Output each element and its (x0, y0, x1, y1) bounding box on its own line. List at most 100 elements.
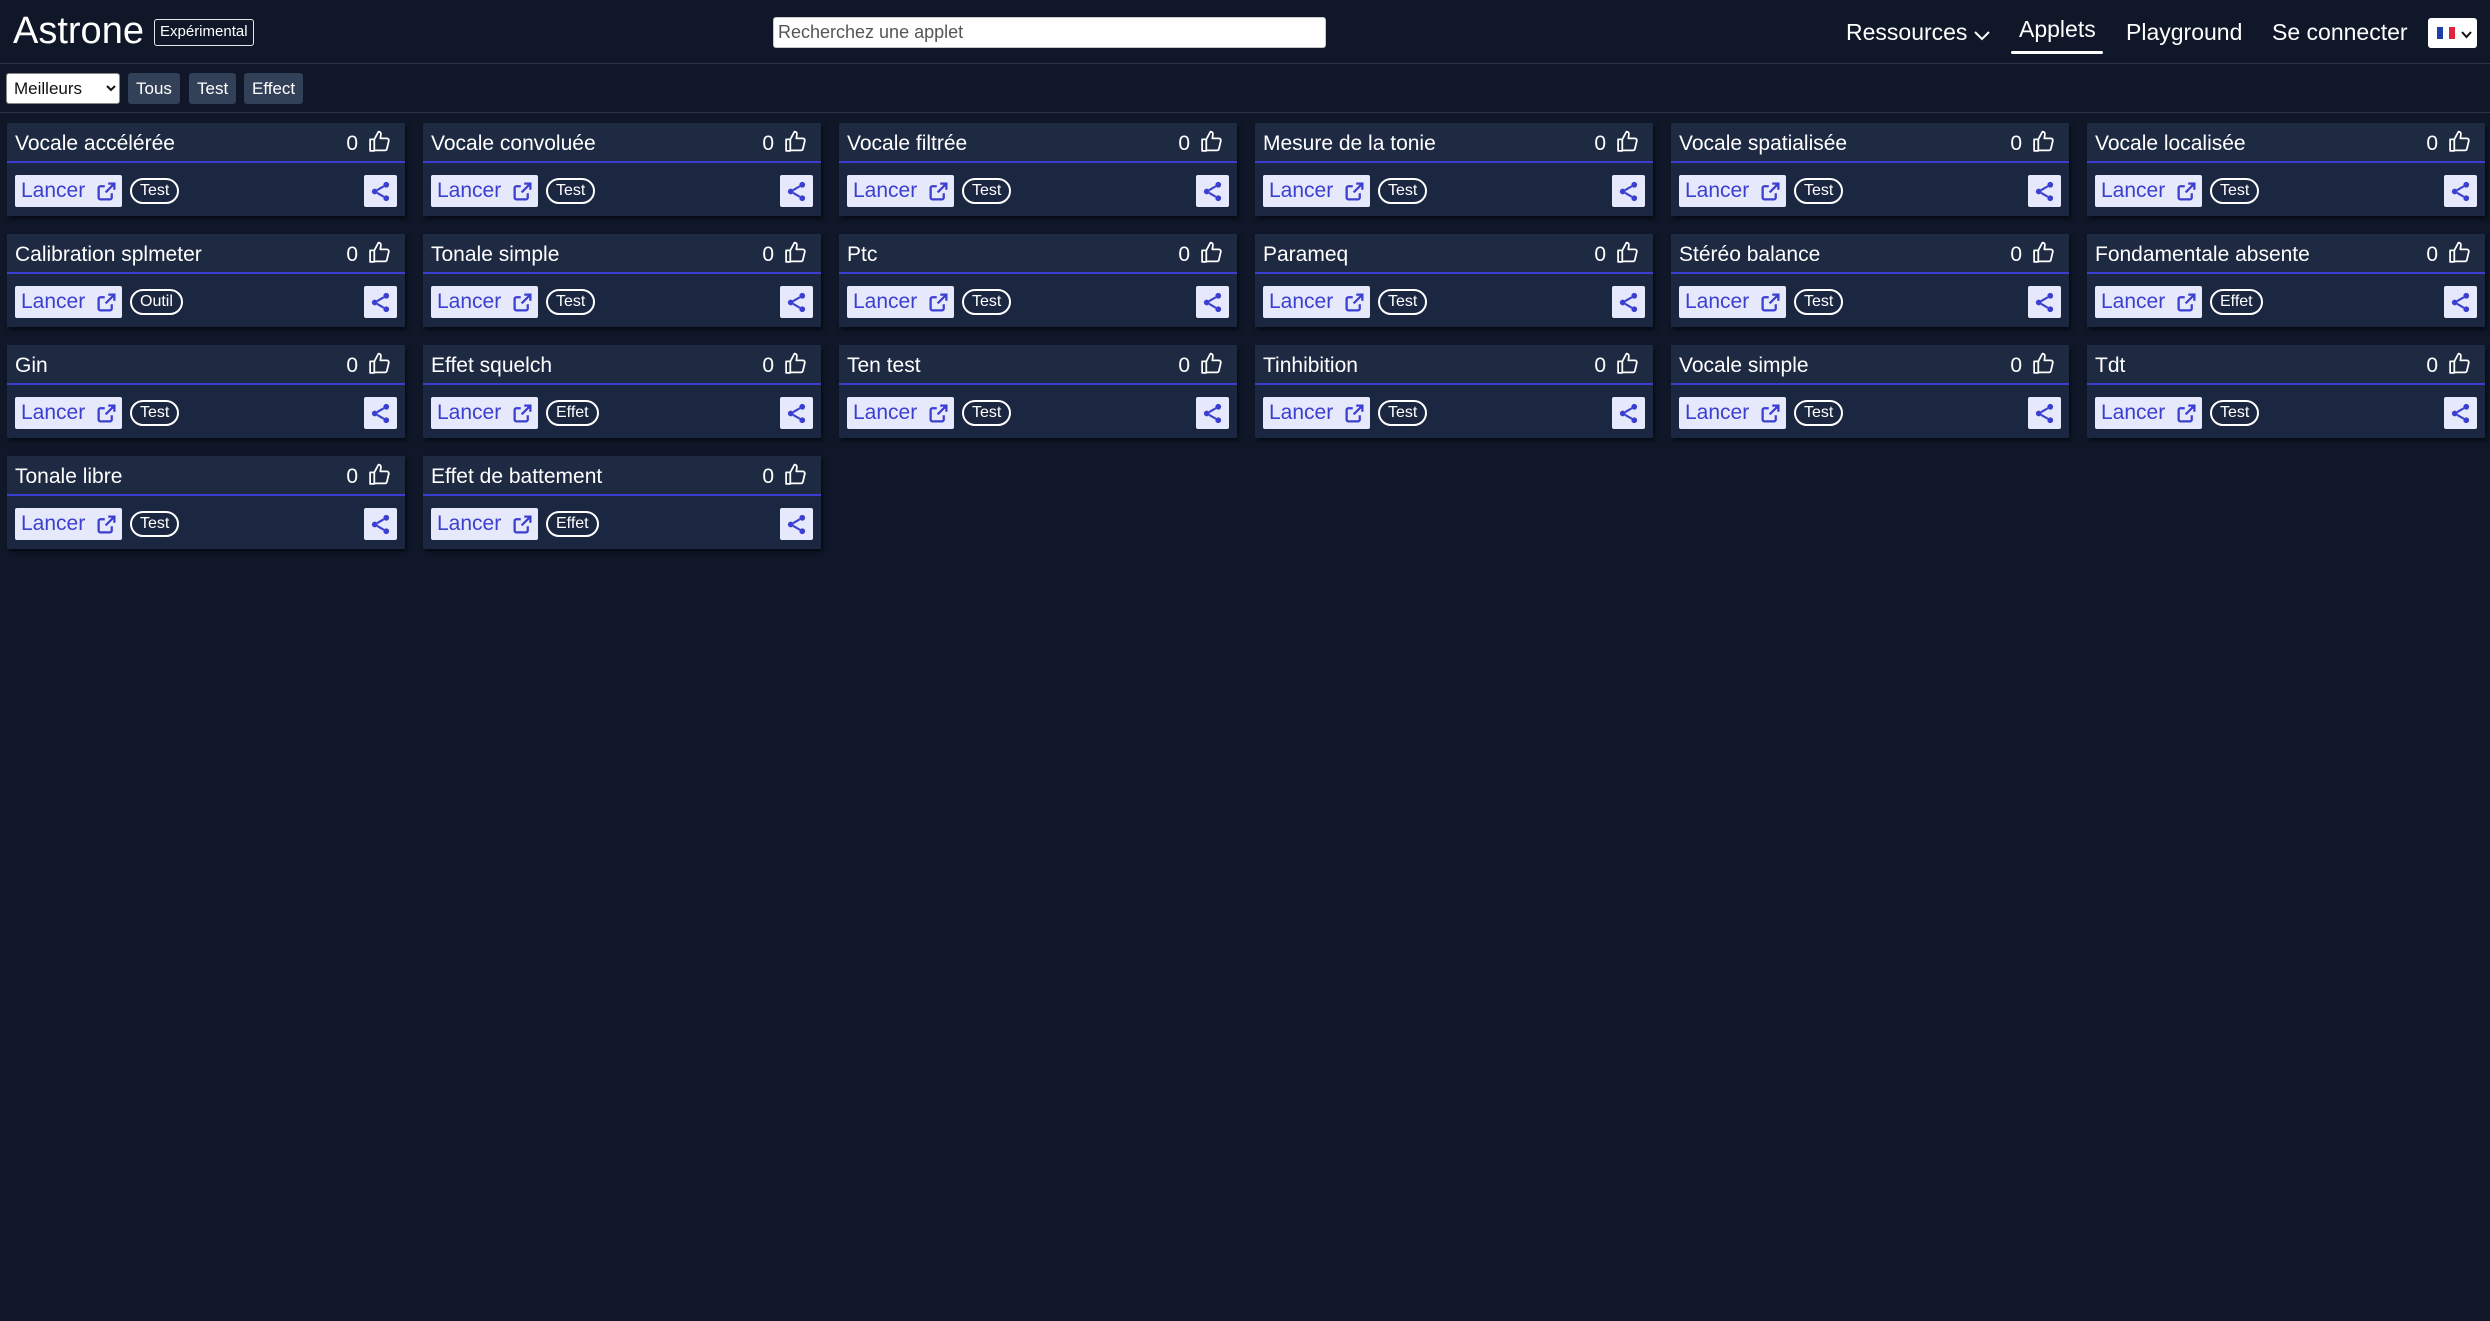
like-count: 0 (2010, 243, 2022, 266)
nav-playground-link[interactable]: Playground (2126, 16, 2242, 48)
thumbs-up-icon[interactable] (367, 462, 392, 487)
category-tag: Effet (2210, 289, 2263, 315)
thumbs-up-icon[interactable] (2031, 129, 2056, 154)
launch-button[interactable]: Lancer (1263, 286, 1370, 318)
launch-button[interactable]: Lancer (15, 286, 122, 318)
thumbs-up-icon[interactable] (783, 351, 808, 376)
thumbs-up-icon[interactable] (2447, 351, 2472, 376)
language-select[interactable] (2428, 18, 2477, 48)
share-button[interactable] (2028, 175, 2061, 207)
share-icon (1203, 403, 1222, 424)
applet-card-header: Vocale filtrée 0 (839, 123, 1237, 163)
launch-button[interactable]: Lancer (847, 397, 954, 429)
share-button[interactable] (2444, 397, 2477, 429)
applet-card: Tonale simple 0 Lancer Test (423, 234, 821, 327)
experimental-badge: Expérimental (154, 19, 254, 46)
like-count: 0 (346, 132, 358, 155)
external-link-icon (1761, 182, 1780, 201)
launch-button[interactable]: Lancer (1263, 175, 1370, 207)
launch-button[interactable]: Lancer (2095, 397, 2202, 429)
filter-chip-effect[interactable]: Effect (244, 73, 304, 104)
share-button[interactable] (780, 397, 813, 429)
thumbs-up-icon[interactable] (2031, 351, 2056, 376)
launch-button[interactable]: Lancer (1679, 175, 1786, 207)
like-count: 0 (2010, 354, 2022, 377)
applet-title: Effet de battement (431, 465, 603, 488)
share-button[interactable] (364, 397, 397, 429)
launch-button[interactable]: Lancer (1263, 397, 1370, 429)
category-tag: Test (2210, 178, 2260, 204)
share-button[interactable] (780, 508, 813, 540)
share-button[interactable] (2444, 286, 2477, 318)
applet-title: Vocale spatialisée (1679, 132, 1848, 155)
thumbs-up-icon[interactable] (783, 129, 808, 154)
like-count: 0 (1178, 243, 1190, 266)
launch-button[interactable]: Lancer (847, 175, 954, 207)
launch-button[interactable]: Lancer (431, 286, 538, 318)
launch-button[interactable]: Lancer (847, 286, 954, 318)
thumbs-up-icon[interactable] (783, 462, 808, 487)
filter-chip-test[interactable]: Test (189, 73, 237, 104)
thumbs-up-icon[interactable] (1199, 240, 1224, 265)
chevron-down-icon (2461, 27, 2472, 45)
launch-button[interactable]: Lancer (431, 397, 538, 429)
share-button[interactable] (364, 286, 397, 318)
launch-button[interactable]: Lancer (431, 508, 538, 540)
launch-button[interactable]: Lancer (15, 397, 122, 429)
filter-chip-tous[interactable]: Tous (128, 73, 180, 104)
share-button[interactable] (1196, 175, 1229, 207)
launch-label: Lancer (853, 290, 918, 313)
share-button[interactable] (364, 508, 397, 540)
category-tag: Test (2210, 400, 2260, 426)
launch-button[interactable]: Lancer (1679, 286, 1786, 318)
thumbs-up-icon[interactable] (2447, 240, 2472, 265)
launch-button[interactable]: Lancer (2095, 175, 2202, 207)
launch-button[interactable]: Lancer (15, 175, 122, 207)
share-button[interactable] (780, 286, 813, 318)
nav-resources-dropdown[interactable]: Ressources (1846, 16, 1991, 50)
thumbs-up-icon[interactable] (367, 351, 392, 376)
thumbs-up-icon[interactable] (367, 129, 392, 154)
share-button[interactable] (2028, 286, 2061, 318)
launch-label: Lancer (2101, 401, 2166, 424)
category-tag: Test (1378, 289, 1428, 315)
share-button[interactable] (1196, 397, 1229, 429)
share-button[interactable] (1612, 397, 1645, 429)
thumbs-up-icon[interactable] (1199, 129, 1224, 154)
external-link-icon (2177, 293, 2196, 312)
login-link[interactable]: Se connecter (2272, 16, 2408, 48)
nav-applets-link[interactable]: Applets (2011, 13, 2104, 45)
share-button[interactable] (1196, 286, 1229, 318)
applet-card-header: Gin 0 (7, 345, 405, 385)
launch-button[interactable]: Lancer (15, 508, 122, 540)
share-button[interactable] (2028, 397, 2061, 429)
share-button[interactable] (1612, 175, 1645, 207)
launch-button[interactable]: Lancer (1679, 397, 1786, 429)
share-button[interactable] (2444, 175, 2477, 207)
nav-resources-label: Ressources (1846, 19, 1968, 45)
applet-title: Vocale convoluée (431, 132, 596, 155)
launch-label: Lancer (437, 512, 502, 535)
thumbs-up-icon[interactable] (783, 240, 808, 265)
thumbs-up-icon[interactable] (367, 240, 392, 265)
thumbs-up-icon[interactable] (1615, 129, 1640, 154)
brand-logo[interactable]: Astrone (13, 8, 144, 54)
applet-card-header: Mesure de la tonie 0 (1255, 123, 1653, 163)
thumbs-up-icon[interactable] (1199, 351, 1224, 376)
thumbs-up-icon[interactable] (2031, 240, 2056, 265)
category-tag: Test (1794, 178, 1844, 204)
thumbs-up-icon[interactable] (2447, 129, 2472, 154)
launch-button[interactable]: Lancer (2095, 286, 2202, 318)
applet-card-header: Vocale convoluée 0 (423, 123, 821, 163)
thumbs-up-icon[interactable] (1615, 351, 1640, 376)
share-button[interactable] (1612, 286, 1645, 318)
applet-search-input[interactable] (773, 17, 1326, 48)
filter-bar: Meilleurs Tous Test Effect (0, 65, 2490, 113)
category-tag: Test (1378, 400, 1428, 426)
thumbs-up-icon[interactable] (1615, 240, 1640, 265)
share-button[interactable] (780, 175, 813, 207)
category-tag: Test (1378, 178, 1428, 204)
launch-button[interactable]: Lancer (431, 175, 538, 207)
share-button[interactable] (364, 175, 397, 207)
sort-select[interactable]: Meilleurs (6, 73, 120, 104)
